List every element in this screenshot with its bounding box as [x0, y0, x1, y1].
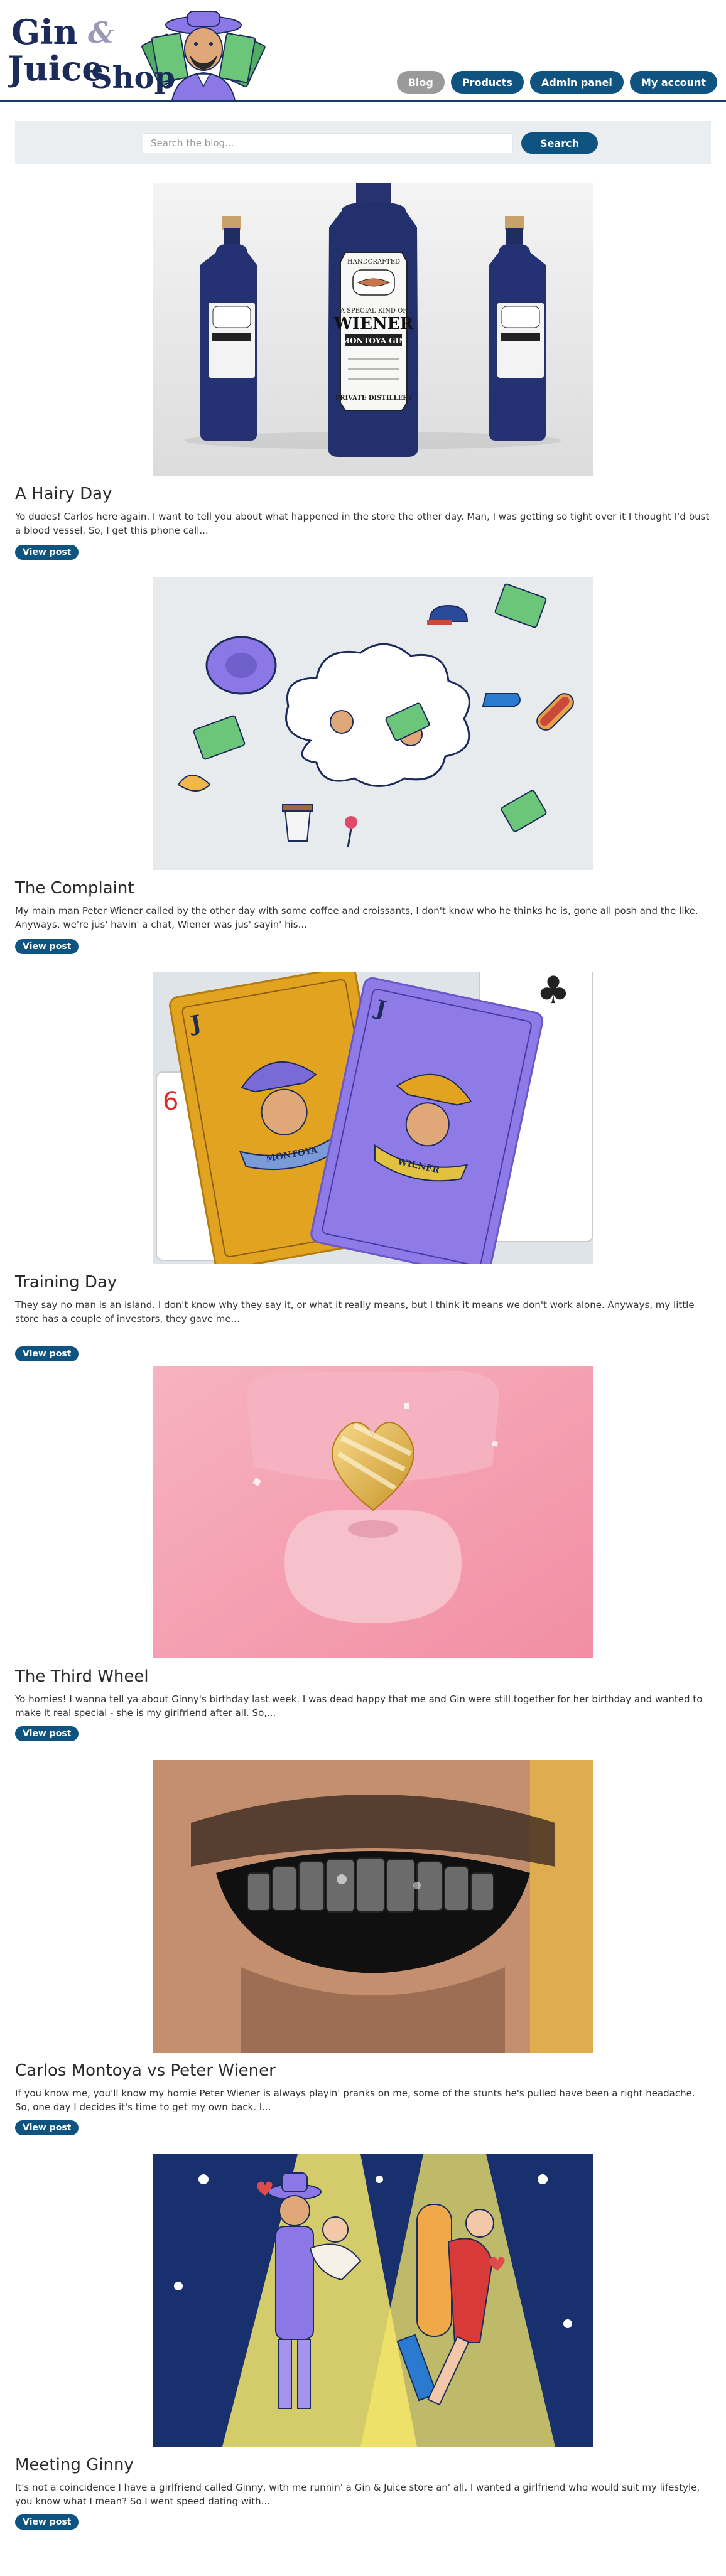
bottle-center-icon: HANDCRAFTED A SPECIAL KIND OF WIENER MON… — [328, 183, 418, 457]
view-post-button[interactable]: View post — [15, 939, 79, 954]
search-button[interactable]: Search — [521, 132, 598, 154]
purple-hat-icon — [205, 636, 277, 695]
post-title: A Hairy Day — [15, 485, 112, 503]
post-image-playing-cards[interactable]: 6 ♣ J MONTOYA J WIENER — [153, 972, 593, 1264]
post-summary: They say no man is an island. I don't kn… — [15, 1299, 695, 1324]
search-section: Search the blog... Search — [15, 121, 711, 164]
nav-my-account[interactable]: My account — [629, 71, 717, 94]
post-title: The Complaint — [15, 879, 134, 898]
post-title: The Third Wheel — [15, 1667, 149, 1686]
post-image-heart-ring[interactable] — [153, 1366, 593, 1658]
site-logo[interactable]: Gin & Juice Shop — [5, 6, 278, 101]
coffee-cup-icon — [282, 804, 313, 842]
post-summary: Yo dudes! Carlos here again. I want to t… — [15, 511, 710, 536]
logo-illustration: Gin & Juice Shop — [5, 11, 266, 101]
post-image-dancing-couples[interactable] — [153, 2154, 593, 2447]
post-title: Meeting Ginny — [15, 2455, 134, 2474]
blog-post-card: Carlos Montoya vs Peter Wiener If you kn… — [15, 1760, 711, 2149]
blog-post-card: 6 ♣ J MONTOYA J WIENER Training Day They… — [15, 972, 711, 1361]
site-header: Gin & Juice Shop Blog Products Admin pan… — [0, 0, 726, 102]
svg-text:♣: ♣ — [536, 972, 570, 1012]
svg-text:6: 6 — [163, 1087, 178, 1116]
logo-line1: Gin — [11, 12, 78, 52]
money-right-icon — [219, 33, 266, 88]
blog-post-card: HANDCRAFTED A SPECIAL KIND OF WIENER MON… — [15, 183, 711, 560]
view-post-button[interactable]: View post — [15, 1726, 79, 1741]
sneaker-icon — [482, 693, 521, 707]
post-title: Carlos Montoya vs Peter Wiener — [15, 2061, 276, 2080]
nav-blog[interactable]: Blog — [396, 71, 445, 94]
label-brand-text: MONTOYA GIN — [342, 336, 406, 345]
blog-post-card: The Complaint My main man Peter Wiener c… — [15, 577, 711, 954]
post-summary: It's not a coincidence I have a girlfrie… — [15, 2482, 700, 2507]
nav-products[interactable]: Products — [450, 71, 524, 94]
post-image-gin-bottles[interactable]: HANDCRAFTED A SPECIAL KIND OF WIENER MON… — [153, 183, 593, 476]
post-summary: If you know me, you'll know my homie Pet… — [15, 2088, 695, 2113]
view-post-button[interactable]: View post — [15, 2514, 79, 2530]
logo-line3: Shop — [90, 60, 175, 95]
post-image-black-teeth[interactable] — [153, 1760, 593, 2053]
logo-ampersand: & — [88, 16, 114, 50]
nav-admin-panel[interactable]: Admin panel — [529, 71, 624, 94]
post-title: Training Day — [15, 1273, 117, 1292]
lollipop-icon — [345, 816, 357, 829]
logo-line2: Juice — [8, 48, 104, 89]
post-summary: Yo homies! I wanna tell ya about Ginny's… — [15, 1693, 703, 1719]
post-summary: My main man Peter Wiener called by the o… — [15, 905, 698, 930]
view-post-button[interactable]: View post — [15, 545, 79, 560]
blog-post-card: The Third Wheel Yo homies! I wanna tell … — [15, 1366, 711, 1755]
label-big-text: WIENER — [333, 314, 414, 333]
blog-post-card: Meeting Ginny It's not a coincidence I h… — [15, 2154, 711, 2543]
header-divider — [0, 100, 726, 102]
view-post-button[interactable]: View post — [15, 1346, 79, 1361]
main-nav: Blog Products Admin panel My account — [396, 71, 717, 94]
label-bottom-text: PRIVATE DISTILLERY — [335, 395, 413, 402]
label-top-text: HANDCRAFTED — [347, 259, 400, 266]
view-post-button[interactable]: View post — [15, 2120, 79, 2135]
label-mid-text: A SPECIAL KIND OF — [340, 308, 407, 314]
search-input[interactable]: Search the blog... — [143, 133, 513, 153]
post-image-fight-cloud[interactable] — [153, 577, 593, 870]
